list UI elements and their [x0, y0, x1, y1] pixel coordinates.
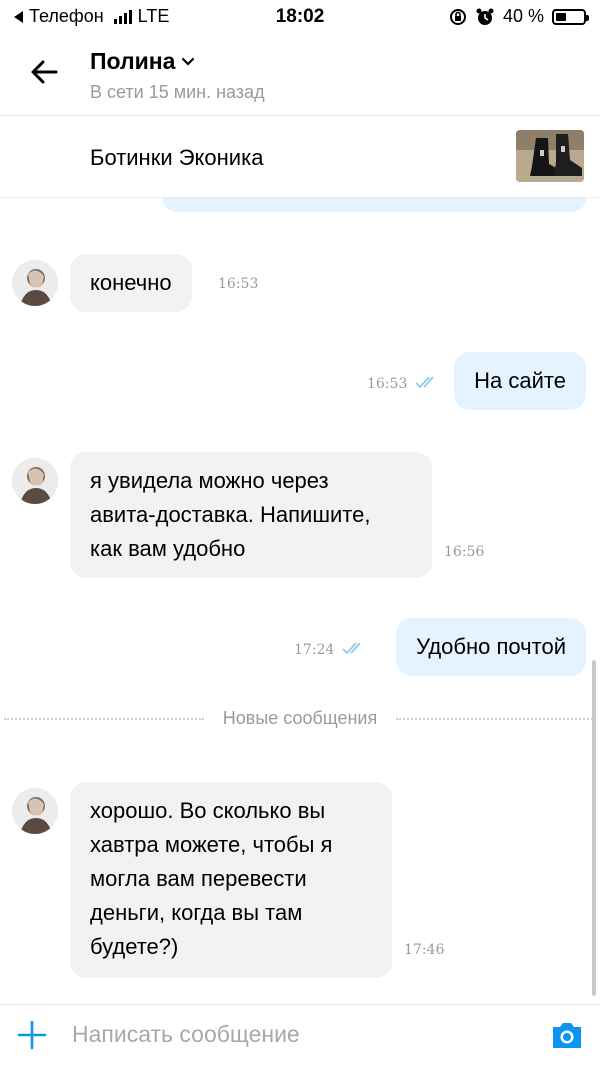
camera-icon[interactable]: [550, 1019, 584, 1051]
avatar[interactable]: [12, 458, 58, 504]
battery-percent: 40 %: [502, 6, 544, 26]
avatar[interactable]: [12, 788, 58, 834]
listing-title: Ботинки Эконика: [90, 145, 264, 170]
message-bubble[interactable]: Удобно почтой: [396, 618, 586, 676]
listing-thumbnail[interactable]: [516, 130, 584, 182]
message-text-line: хавтра можете, чтобы я: [90, 832, 333, 857]
orientation-lock-icon: [449, 8, 466, 25]
message-incoming: хорошо. Во сколько вы хавтра можете, что…: [0, 782, 600, 978]
message-incoming: я увидела можно через авита-доставка. На…: [0, 452, 600, 578]
status-bar: Телефон LTE 18:02 40 %: [0, 0, 600, 34]
new-messages-divider: Новые сообщения: [0, 708, 600, 728]
message-text-line: авита-доставка. Напишите,: [90, 502, 371, 527]
read-checkmarks-icon: [342, 642, 361, 655]
read-checkmarks-icon: [415, 376, 434, 389]
contact-status: В сети 15 мин. назад: [90, 82, 265, 102]
back-arrow-icon[interactable]: [26, 54, 62, 90]
message-bubble[interactable]: конечно: [70, 254, 192, 312]
alarm-icon: [476, 8, 494, 25]
scrollbar[interactable]: [592, 660, 596, 996]
message-time: 16:53: [367, 376, 408, 392]
avatar[interactable]: [12, 260, 58, 306]
message-text-line: деньги, когда вы там: [90, 900, 303, 925]
chevron-down-icon: [182, 57, 195, 66]
message-time: 16:56: [444, 544, 485, 560]
message-text: конечно: [90, 270, 172, 295]
message-list[interactable]: конечно 16:53 16:53 На сайте я увидела м…: [0, 198, 600, 1004]
message-text-line: могла вам перевести: [90, 866, 307, 891]
plus-icon[interactable]: [16, 1019, 48, 1051]
status-bar-right: 40 %: [449, 6, 589, 27]
message-outgoing: 17:24 Удобно почтой: [0, 618, 600, 678]
message-text: Удобно почтой: [416, 634, 566, 659]
message-bubble[interactable]: На сайте: [454, 352, 586, 410]
contact-name: Полина: [90, 48, 176, 74]
message-bubble[interactable]: хорошо. Во сколько вы хавтра можете, что…: [70, 782, 392, 978]
message-text: На сайте: [474, 368, 566, 393]
listing-bar[interactable]: Ботинки Эконика: [0, 116, 600, 198]
contact-name-button[interactable]: Полина: [90, 48, 195, 75]
message-text-line: будете?): [90, 934, 179, 959]
divider-line-right: [396, 718, 596, 720]
message-text-line: хорошо. Во сколько вы: [90, 798, 326, 823]
chat-header: Полина В сети 15 мин. назад: [0, 34, 600, 116]
message-text-line: как вам удобно: [90, 536, 246, 561]
message-composer: Написать сообщение: [0, 1004, 600, 1066]
message-incoming: конечно 16:53: [0, 254, 600, 314]
message-outgoing: 16:53 На сайте: [0, 352, 600, 412]
message-time: 17:46: [404, 942, 445, 958]
message-bubble[interactable]: я увидела можно через авита-доставка. На…: [70, 452, 432, 578]
battery-icon: [552, 8, 589, 25]
message-text-line: я увидела можно через: [90, 468, 329, 493]
boots-image: [516, 130, 584, 182]
message-time: 16:53: [218, 276, 259, 292]
message-time: 17:24: [294, 642, 335, 658]
battery-fill: [556, 12, 567, 21]
previous-message-bubble: [162, 198, 586, 212]
message-input[interactable]: Написать сообщение: [72, 1021, 300, 1048]
